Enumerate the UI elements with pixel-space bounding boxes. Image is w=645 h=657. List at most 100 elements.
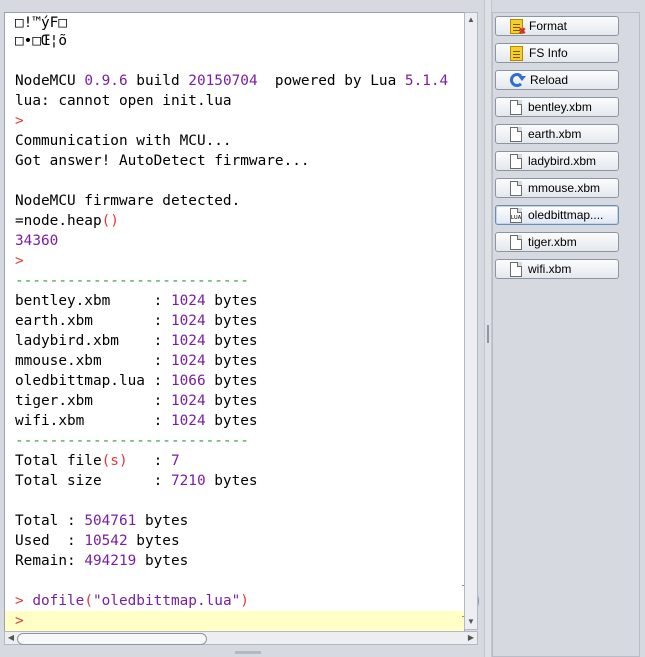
separator-line: --------------------------- <box>15 433 249 449</box>
file-row-name: bentley.xbm : <box>15 293 171 309</box>
vertical-scrollbar[interactable]: ▲ ▼ <box>464 12 478 630</box>
file-icon <box>510 261 522 277</box>
file-icon <box>510 99 522 115</box>
file-row-size: 1066 <box>170 373 206 389</box>
file-button-oledbittmap[interactable]: LUA oledbittmap.... <box>495 205 619 225</box>
total-size-line: Total size : 7210 bytes <box>15 471 258 491</box>
remain-label: Remain: <box>15 553 85 569</box>
terminal-output[interactable]: □!™ýF□ □•□Œ¦õ NodeMCU 0.9.6 build 201507… <box>4 12 465 632</box>
total-size-unit: bytes <box>205 473 258 489</box>
vertical-splitter[interactable] <box>484 0 492 657</box>
file-button-earth[interactable]: earth.xbm <box>495 124 619 144</box>
file-panel: ✖ Format FS Info Reload bentley.xbm eart… <box>492 0 645 657</box>
heap-cmd: =node.heap <box>15 213 102 229</box>
init-error-line: lua: cannot open init.lua <box>15 93 232 109</box>
file-row-size: 1024 <box>170 413 206 429</box>
total-unit: bytes <box>136 513 189 529</box>
file-row-name: oledbittmap.lua : <box>15 373 171 389</box>
remain-unit: bytes <box>136 553 189 569</box>
banner-line: NodeMCU 0.9.6 build 20150704 powered by … <box>15 71 448 91</box>
banner-build-label: build <box>127 73 189 89</box>
file-button-bentley[interactable]: bentley.xbm <box>495 97 619 117</box>
file-button-mmouse[interactable]: mmouse.xbm <box>495 178 619 198</box>
file-icon <box>510 180 522 196</box>
used-unit: bytes <box>127 533 180 549</box>
garbage-line-1: □!™ýF□ <box>15 15 67 31</box>
file-button-label: wifi.xbm <box>528 262 572 276</box>
total-line: Total : 504761 bytes <box>15 511 188 531</box>
cmd-prompt: > <box>15 593 33 609</box>
banner-version: 0.9.6 <box>84 73 128 89</box>
terminal-pane: □!™ýF□ □•□Œ¦õ NodeMCU 0.9.6 build 201507… <box>0 0 484 657</box>
total-files-line: Total file(s) : 7 <box>15 451 180 471</box>
file-row: tiger.xbm : 1024 bytes <box>15 391 258 411</box>
total-size-label: Total size : <box>15 473 171 489</box>
reload-icon <box>510 73 526 87</box>
scroll-left-arrow-icon[interactable]: ◀ <box>5 632 17 644</box>
file-row-unit: bytes <box>205 413 258 429</box>
used-label: Used : <box>15 533 85 549</box>
file-icon <box>510 234 522 250</box>
file-row-name: wifi.xbm : <box>15 413 171 429</box>
separator-line: --------------------------- <box>15 273 249 289</box>
total-files-colon: : <box>127 453 171 469</box>
file-row-size: 1024 <box>170 333 206 349</box>
scroll-down-arrow-icon[interactable]: ▼ <box>465 615 477 629</box>
file-row: earth.xbm : 1024 bytes <box>15 311 258 331</box>
total-files-paren: (s) <box>101 453 128 469</box>
horizontal-scroll-thumb[interactable] <box>17 633 207 645</box>
scroll-up-arrow-icon[interactable]: ▲ <box>465 13 477 27</box>
reload-button[interactable]: Reload <box>495 70 619 90</box>
cmd-arg: "oledbittmap.lua" <box>92 593 241 609</box>
answer-line: Got answer! AutoDetect firmware... <box>15 153 310 169</box>
fs-info-button[interactable]: FS Info <box>495 43 619 63</box>
format-button[interactable]: ✖ Format <box>495 16 619 36</box>
file-button-tiger[interactable]: tiger.xbm <box>495 232 619 252</box>
dofile-cmd-line: > dofile("oledbittmap.lua") <box>15 591 249 611</box>
file-row-unit: bytes <box>205 353 258 369</box>
bottom-splitter-grip[interactable] <box>235 651 261 654</box>
format-icon: ✖ <box>510 18 526 35</box>
used-line: Used : 10542 bytes <box>15 531 180 551</box>
heap-cmd-line: =node.heap() <box>15 211 119 231</box>
reload-label: Reload <box>530 73 569 87</box>
total-value: 504761 <box>84 513 137 529</box>
lua-file-icon: LUA <box>510 207 522 223</box>
remain-line: Remain: 494219 bytes <box>15 551 188 571</box>
file-button-label: bentley.xbm <box>528 100 592 114</box>
file-row: bentley.xbm : 1024 bytes <box>15 291 258 311</box>
cmd-open-paren: ( <box>84 593 93 609</box>
scroll-right-arrow-icon[interactable]: ▶ <box>465 632 477 644</box>
file-row: oledbittmap.lua : 1066 bytes <box>15 371 258 391</box>
file-row-size: 1024 <box>170 293 206 309</box>
fs-info-icon <box>510 45 523 61</box>
file-row-name: earth.xbm : <box>15 313 171 329</box>
file-icon <box>510 126 522 142</box>
file-icon <box>510 153 522 169</box>
file-row-size: 1024 <box>170 393 206 409</box>
garbage-line-2: □•□Œ¦õ <box>15 33 67 49</box>
file-button-ladybird[interactable]: ladybird.xbm <box>495 151 619 171</box>
banner-build: 20150704 <box>188 73 258 89</box>
fs-info-label: FS Info <box>529 46 568 60</box>
prompt-line: > <box>15 253 24 269</box>
file-row-name: mmouse.xbm : <box>15 353 171 369</box>
file-button-label: earth.xbm <box>528 127 582 141</box>
heap-parens: () <box>101 213 119 229</box>
file-row-size: 1024 <box>170 313 206 329</box>
file-row-unit: bytes <box>205 373 258 389</box>
current-prompt[interactable]: > <box>15 611 24 631</box>
total-label: Total : <box>15 513 85 529</box>
current-prompt-highlight[interactable] <box>5 611 464 631</box>
file-row-name: ladybird.xbm : <box>15 333 171 349</box>
banner-text: NodeMCU <box>15 73 85 89</box>
cmd-func: dofile <box>32 593 85 609</box>
file-button-wifi[interactable]: wifi.xbm <box>495 259 619 279</box>
horizontal-scrollbar[interactable]: ◀ ▶ <box>4 631 478 645</box>
file-row-unit: bytes <box>205 313 258 329</box>
total-files-value: 7 <box>170 453 180 469</box>
detected-line: NodeMCU firmware detected. <box>15 193 241 209</box>
file-button-label: mmouse.xbm <box>528 181 601 195</box>
file-button-label: oledbittmap.... <box>528 208 604 222</box>
splitter-grip[interactable] <box>487 325 489 343</box>
